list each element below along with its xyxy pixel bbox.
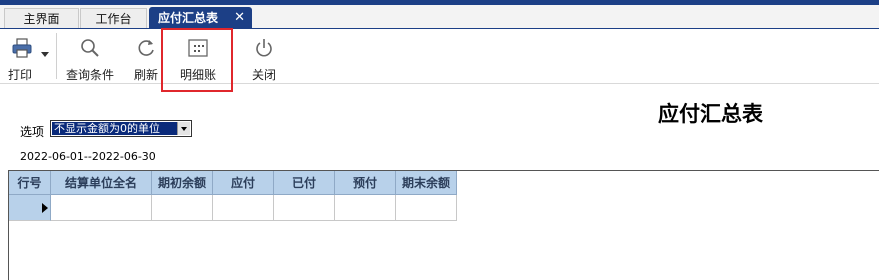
column-header-paid[interactable]: 已付	[274, 171, 335, 195]
close-button[interactable]: 关闭	[244, 29, 284, 83]
tab-workbench[interactable]: 工作台	[80, 8, 147, 28]
detail-grid-icon	[188, 39, 208, 57]
detail-ledger-label: 明细账	[179, 68, 216, 82]
query-conditions-button[interactable]: 查询条件	[62, 29, 118, 83]
options-label: 选项	[20, 125, 45, 139]
row-pointer-icon	[42, 203, 48, 213]
detail-ledger-button[interactable]: 明细账	[162, 29, 234, 83]
refresh-icon	[138, 40, 154, 56]
magnifier-icon	[81, 39, 99, 57]
tab-strip: 主界面 工作台 应付汇总表 ✕	[0, 5, 879, 29]
report-title: 应付汇总表	[658, 102, 763, 126]
column-header-payable[interactable]: 应付	[213, 171, 274, 195]
refresh-button[interactable]: 刷新	[130, 29, 162, 83]
column-header-closing-balance[interactable]: 期末余额	[396, 171, 457, 195]
grid-header: 行号 结算单位全名 期初余额 应付 已付 预付 期末余额	[9, 171, 457, 195]
toolbar: 打印 查询条件 刷新 明细账 关闭	[0, 29, 879, 84]
row-header-cell[interactable]	[9, 195, 51, 221]
query-conditions-label: 查询条件	[65, 68, 114, 82]
close-label: 关闭	[251, 68, 276, 82]
tab-main[interactable]: 主界面	[4, 8, 79, 28]
date-range: 2022-06-01--2022-06-30	[20, 150, 156, 163]
printer-icon	[12, 38, 32, 58]
table-cell[interactable]	[274, 195, 335, 221]
column-header-row-no[interactable]: 行号	[9, 171, 51, 195]
toolbar-separator	[56, 33, 57, 79]
table-row[interactable]	[9, 195, 457, 221]
close-icon[interactable]: ✕	[234, 7, 245, 29]
refresh-label: 刷新	[133, 68, 158, 82]
power-icon	[256, 39, 272, 57]
table-cell[interactable]	[152, 195, 213, 221]
chevron-down-icon[interactable]	[177, 122, 190, 135]
print-label: 打印	[8, 68, 33, 82]
options-select[interactable]: 不显示金额为0的单位	[50, 120, 192, 137]
table-cell[interactable]	[335, 195, 396, 221]
print-button[interactable]: 打印	[4, 29, 40, 83]
column-header-settlement-unit[interactable]: 结算单位全名	[51, 171, 152, 195]
column-header-opening-balance[interactable]: 期初余额	[152, 171, 213, 195]
dropdown-arrow-icon[interactable]	[40, 49, 50, 59]
table-cell[interactable]	[51, 195, 152, 221]
table-cell[interactable]	[396, 195, 457, 221]
tab-payable-summary-label: 应付汇总表	[158, 11, 219, 25]
options-selected-value: 不显示金额为0的单位	[52, 122, 178, 135]
tab-payable-summary[interactable]: 应付汇总表 ✕	[149, 7, 252, 29]
column-header-prepaid[interactable]: 预付	[335, 171, 396, 195]
data-grid: 行号 结算单位全名 期初余额 应付 已付 预付 期末余额	[8, 170, 879, 280]
table-cell[interactable]	[213, 195, 274, 221]
